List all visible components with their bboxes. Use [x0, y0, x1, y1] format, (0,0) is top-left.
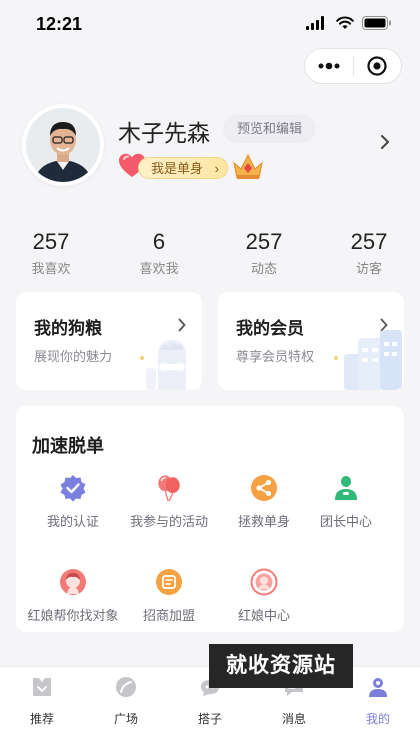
- tab-label: 消息: [281, 712, 306, 726]
- status-time: 12:21: [36, 14, 83, 34]
- membership-card[interactable]: 我的会员 尊享会员特权: [218, 292, 404, 390]
- battery-icon: [362, 16, 391, 30]
- leader-icon: [332, 474, 360, 502]
- avatar-photo-icon: [26, 108, 100, 182]
- watermark-overlay: 就收资源站: [209, 644, 353, 688]
- wifi-icon: [336, 16, 354, 29]
- stat-likes-me[interactable]: 6 喜欢我: [114, 228, 204, 277]
- feature-matchmaker-help[interactable]: 红娘帮你找对象: [18, 568, 128, 624]
- stat-value: 6: [152, 229, 166, 254]
- section-title: 加速脱单: [32, 436, 104, 456]
- stat-value: 257: [245, 229, 283, 254]
- avatar[interactable]: [22, 104, 104, 186]
- card-title: 我的会员: [236, 319, 304, 338]
- verified-badge-icon: [59, 474, 87, 502]
- tab-square[interactable]: 广场: [84, 675, 168, 727]
- single-tag-label: 我是单身: [151, 161, 204, 176]
- status-bar: 12:21: [0, 0, 420, 48]
- card-subtitle: 展现你的魅力: [34, 349, 113, 364]
- share-icon: [250, 474, 278, 502]
- speed-up-section: 加速脱单 我的认证 我参与的活动 拯救单身 团长中心 红娘帮你找对象 招商加盟 …: [16, 406, 404, 632]
- tab-label: 推荐: [29, 712, 54, 726]
- status-icons: [306, 16, 392, 30]
- recommend-icon: [33, 678, 51, 696]
- feature-leader-center[interactable]: 团长中心: [291, 474, 401, 530]
- username: 木子先森: [118, 120, 210, 146]
- matchmaker-icon: [59, 568, 87, 596]
- chevron-right-icon: ›: [214, 161, 220, 176]
- chevron-right-icon[interactable]: [380, 134, 390, 150]
- tab-label: 广场: [113, 712, 138, 726]
- matchmaker-center-icon: [250, 568, 278, 596]
- stat-posts[interactable]: 257 动态: [219, 228, 309, 277]
- card-subtitle: 尊享会员特权: [236, 349, 315, 364]
- franchise-icon: [155, 568, 183, 596]
- feature-label: 红娘帮你找对象: [27, 608, 119, 623]
- feature-my-verification[interactable]: 我的认证: [18, 474, 128, 530]
- profile-header[interactable]: 木子先森 预览和编辑 我是单身 ›: [0, 100, 420, 200]
- stat-label: 动态: [250, 261, 277, 276]
- feature-label: 团长中心: [319, 514, 372, 529]
- profile-icon: [369, 678, 387, 697]
- stats-row: 257 我喜欢 6 喜欢我 257 动态 257 访客: [0, 228, 420, 282]
- stat-value: 257: [350, 229, 388, 254]
- more-button[interactable]: [305, 49, 353, 83]
- feature-label: 我的认证: [46, 514, 99, 529]
- tab-recommend[interactable]: 推荐: [0, 675, 84, 727]
- stat-label: 喜欢我: [139, 261, 179, 276]
- dog-food-card[interactable]: 我的狗粮 展现你的魅力: [16, 292, 202, 390]
- balloons-icon: [155, 474, 183, 502]
- stat-i-like[interactable]: 257 我喜欢: [6, 228, 96, 277]
- signal-icon: [306, 16, 324, 30]
- feature-label: 我参与的活动: [129, 514, 208, 529]
- stat-label: 访客: [355, 261, 382, 276]
- crown-icon[interactable]: [232, 151, 264, 181]
- close-miniprogram-button[interactable]: [354, 49, 402, 83]
- target-icon: [367, 56, 387, 76]
- feature-my-activities[interactable]: 我参与的活动: [114, 474, 224, 530]
- more-dots-icon: [318, 62, 340, 70]
- feature-matchmaker-center[interactable]: 红娘中心: [209, 568, 319, 624]
- stat-value: 257: [32, 229, 70, 254]
- tab-label: 搭子: [197, 712, 222, 726]
- single-status-tag[interactable]: 我是单身 ›: [138, 157, 229, 179]
- card-title: 我的狗粮: [34, 319, 102, 338]
- feature-franchise[interactable]: 招商加盟: [114, 568, 224, 624]
- preview-edit-button[interactable]: 预览和编辑: [223, 115, 317, 143]
- stat-visitors[interactable]: 257 访客: [324, 228, 414, 277]
- feature-label: 红娘中心: [237, 608, 290, 623]
- stat-label: 我喜欢: [31, 261, 71, 276]
- square-icon: [116, 677, 136, 697]
- tab-label: 我的: [365, 712, 390, 726]
- miniprogram-capsule: [304, 48, 402, 84]
- feature-label: 招商加盟: [142, 608, 195, 623]
- dog-food-illustration-icon: [140, 340, 186, 390]
- membership-illustration-icon: [334, 330, 402, 390]
